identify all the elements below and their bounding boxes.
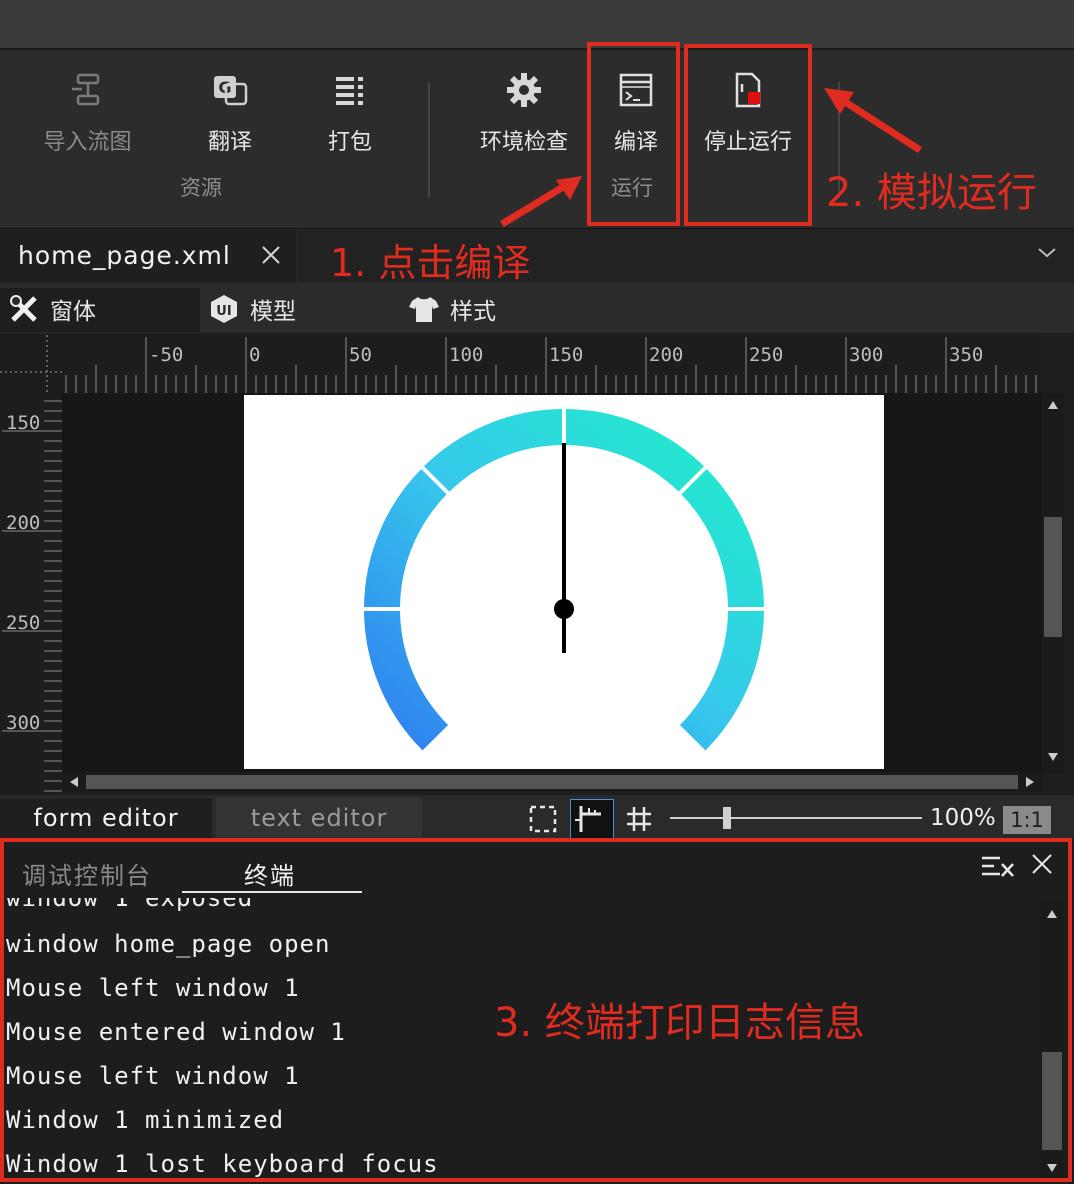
hruler-label: 350 <box>949 344 983 366</box>
package-label: 打包 <box>327 130 372 155</box>
form-editor-label: form editor <box>33 804 179 832</box>
tab-window-label: 窗体 <box>50 299 96 325</box>
hruler-label: 50 <box>349 344 372 366</box>
hruler-label: 0 <box>249 344 260 366</box>
env-check-label: 环境检查 <box>479 130 568 155</box>
vruler-label: 150 <box>6 412 40 434</box>
tab-window[interactable]: 窗体 <box>8 288 96 330</box>
vruler-label: 200 <box>6 512 40 534</box>
gauge-widget[interactable] <box>244 395 884 769</box>
tab-model[interactable]: UI 模型 <box>208 288 296 330</box>
zoom-value: 100% <box>930 805 996 831</box>
env-check-button[interactable]: 环境检查 <box>470 70 578 156</box>
flow-import-icon <box>71 73 99 106</box>
vruler-label: 250 <box>6 612 40 634</box>
ruler-toggle-button[interactable] <box>570 799 614 839</box>
title-strip <box>0 0 1074 48</box>
vertical-ruler: 150 200 250 300 <box>0 393 62 795</box>
chevron-down-icon[interactable] <box>1036 246 1058 260</box>
highlight-compile <box>587 42 680 226</box>
import-flow-button[interactable]: 导入流图 <box>30 70 145 156</box>
page-canvas[interactable] <box>244 395 884 769</box>
close-tab-icon[interactable] <box>260 244 282 266</box>
vruler-label: 300 <box>6 712 40 734</box>
package-button[interactable]: 打包 <box>310 70 390 156</box>
ruler-corner <box>0 335 62 393</box>
annotation-step-1: 1. 点击编译 <box>330 241 531 285</box>
horizontal-ruler: -50 0 50 100 150 200 250 300 350 <box>62 335 1042 393</box>
tab-model-label: 模型 <box>250 299 296 325</box>
tools-icon <box>10 295 37 322</box>
gear-icon <box>507 73 541 107</box>
svg-text:UI: UI <box>216 304 231 319</box>
annotation-arrow-compile <box>500 176 582 227</box>
horizontal-scrollbar[interactable] <box>62 772 1042 792</box>
ui-icon: UI <box>211 295 237 323</box>
translate-label: 翻译 <box>207 130 252 155</box>
ribbon-divider <box>428 82 430 198</box>
tab-style[interactable]: 样式 <box>408 288 496 330</box>
text-editor-tab[interactable]: text editor <box>216 798 422 838</box>
ruler-icon <box>575 806 601 832</box>
highlight-stop-run <box>684 44 812 226</box>
hruler-label: 100 <box>449 344 483 366</box>
selection-icon[interactable] <box>528 804 558 834</box>
grid-icon[interactable] <box>624 804 654 834</box>
zoom-slider-track[interactable] <box>670 817 922 819</box>
import-flow-label: 导入流图 <box>43 130 132 155</box>
translate-button[interactable]: G 翻译 <box>190 70 270 156</box>
hruler-label: -50 <box>149 344 183 366</box>
file-tab-name: home_page.xml <box>18 241 231 270</box>
translate-icon: G <box>214 76 248 106</box>
zoom-slider-handle[interactable] <box>723 807 731 829</box>
hruler-label: 150 <box>549 344 583 366</box>
annotation-step-2: 2. 模拟运行 <box>826 170 1037 216</box>
file-tab[interactable]: home_page.xml <box>0 230 296 282</box>
tab-style-label: 样式 <box>450 299 496 325</box>
vertical-scrollbar[interactable] <box>1042 393 1064 773</box>
tshirt-icon <box>409 297 439 322</box>
hruler-label: 250 <box>749 344 783 366</box>
annotation-step-3: 3. 终端打印日志信息 <box>494 1000 865 1046</box>
gauge-pivot <box>554 599 574 619</box>
hscroll-thumb <box>86 775 1018 789</box>
annotation-arrow-run <box>824 88 922 153</box>
group-label-resources: 资源 <box>180 176 222 200</box>
hruler-label: 300 <box>849 344 883 366</box>
package-icon <box>336 77 363 105</box>
text-editor-label: text editor <box>250 804 388 832</box>
form-editor-tab[interactable]: form editor <box>0 798 212 838</box>
vscroll-thumb <box>1044 517 1062 637</box>
hruler-label: 200 <box>649 344 683 366</box>
zoom-ratio-button[interactable]: 1:1 <box>1003 806 1051 834</box>
